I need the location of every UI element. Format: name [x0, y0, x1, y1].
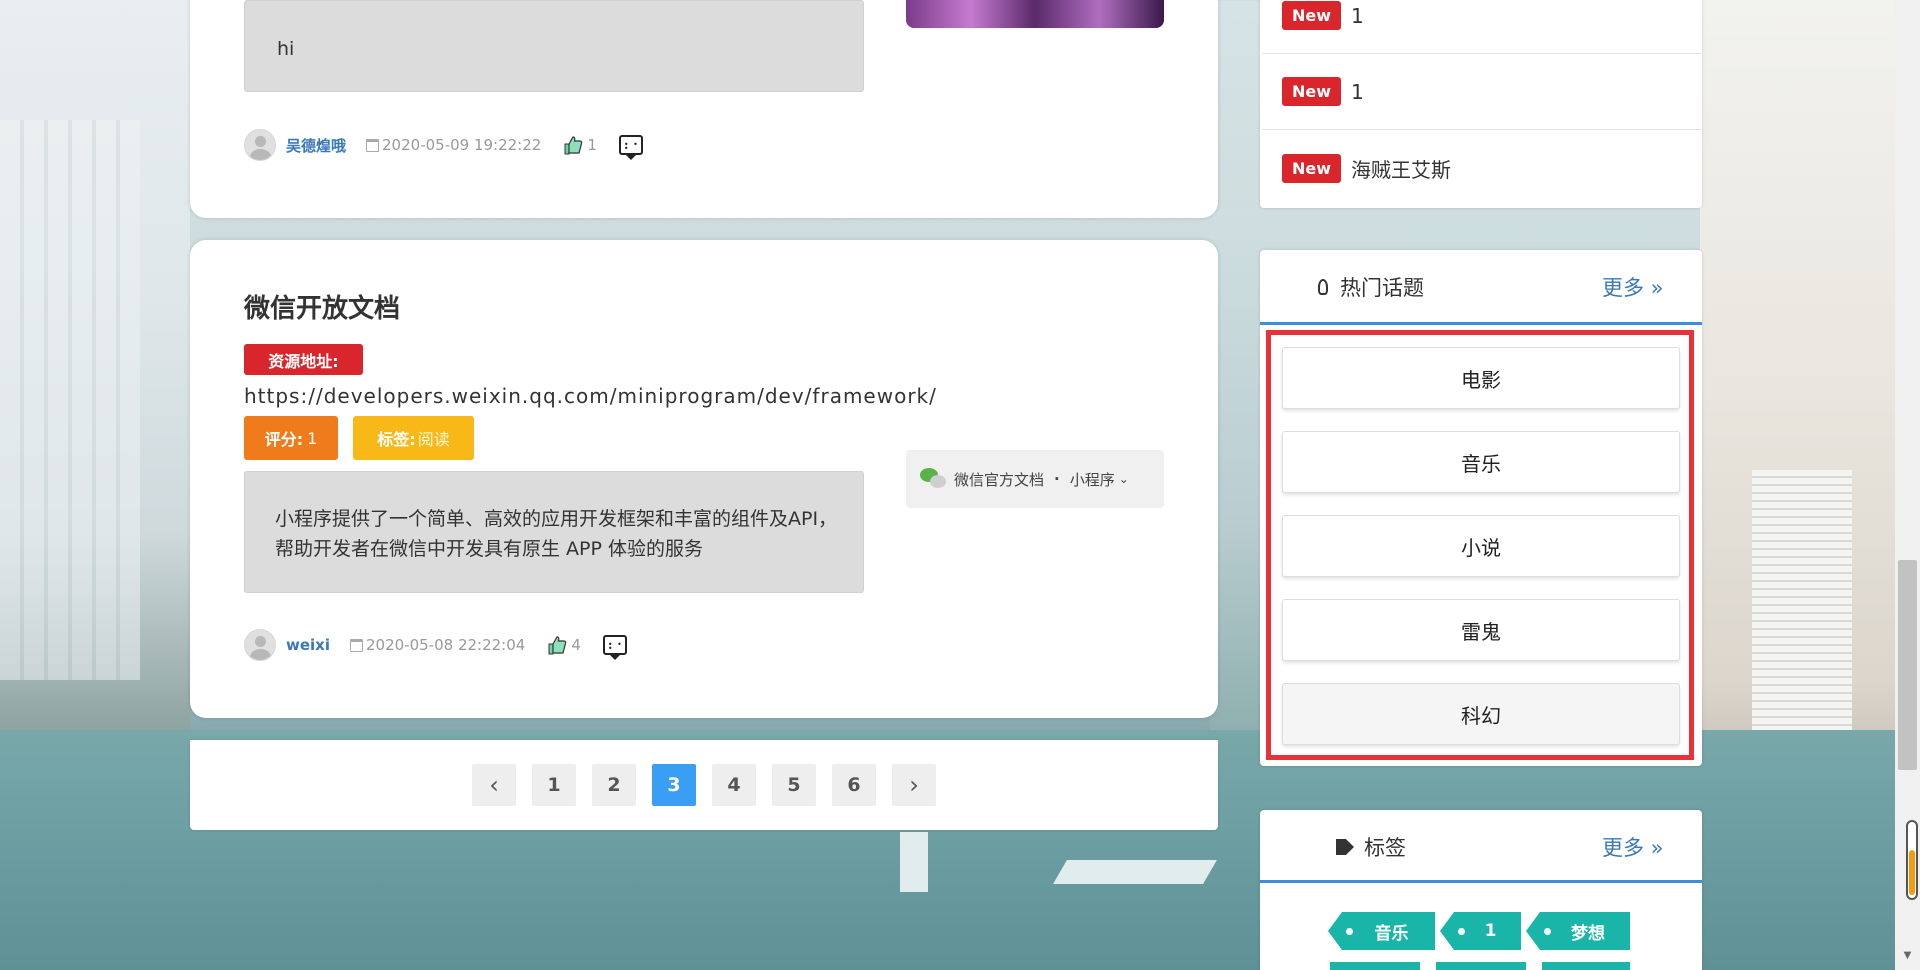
- chevron-down-icon: ⌄: [1118, 472, 1129, 486]
- topic-button-novel[interactable]: 小说: [1282, 515, 1680, 577]
- pagination-next-button[interactable]: ›: [892, 764, 936, 806]
- tag-pill[interactable]: 梦想: [1526, 912, 1630, 950]
- score-badge: 评分: 1: [244, 416, 338, 460]
- panel-divider: [1260, 880, 1702, 883]
- author-link[interactable]: 吴德煌哦: [286, 135, 346, 156]
- tag-badge[interactable]: 标签: 阅读: [353, 416, 474, 460]
- latest-item-title: 海贼王艾斯: [1351, 157, 1452, 182]
- panel-divider: [1260, 322, 1702, 325]
- hot-topics-title: 热门话题: [1340, 276, 1424, 300]
- tags-icon: [1336, 839, 1354, 855]
- wechat-icon: [920, 468, 948, 490]
- pagination-page-1[interactable]: 1: [532, 764, 576, 806]
- background-left-building: [0, 120, 140, 680]
- tags-title: 标签: [1364, 836, 1406, 860]
- pagination-page-2[interactable]: 2: [592, 764, 636, 806]
- lightbulb-icon: [1318, 279, 1328, 295]
- new-badge: New: [1282, 153, 1342, 183]
- author-avatar[interactable]: [244, 129, 276, 161]
- pagination-page-5[interactable]: 5: [772, 764, 816, 806]
- post-date: 2020-05-08 22:22:04: [366, 636, 526, 654]
- road-marking: [1053, 860, 1217, 884]
- resource-url-link[interactable]: https://developers.weixin.qq.com/minipro…: [244, 384, 937, 408]
- topic-button-scifi[interactable]: 科幻: [1282, 683, 1680, 745]
- road-marking: [900, 832, 928, 892]
- pagination-page-6[interactable]: 6: [832, 764, 876, 806]
- new-badge: New: [1282, 77, 1342, 106]
- thumbs-up-icon[interactable]: [547, 635, 567, 655]
- tag-pill[interactable]: 音乐: [1328, 912, 1435, 950]
- post-content: hi: [277, 38, 295, 60]
- tags-more-link[interactable]: 更多 »: [1602, 832, 1664, 862]
- latest-item[interactable]: New 1: [1262, 54, 1701, 130]
- post-meta: weixi 2020-05-08 22:22:04 4 • • •: [244, 629, 627, 661]
- background-shutter: [1752, 470, 1852, 770]
- tags-header: 标签: [1336, 832, 1406, 862]
- link-preview-card[interactable]: 微信官方文档 · 小程序 ⌄: [906, 450, 1164, 508]
- resource-address-badge: 资源地址:: [244, 344, 363, 375]
- latest-item-title: 1: [1351, 79, 1364, 104]
- post-title[interactable]: 微信开放文档: [244, 288, 400, 325]
- tag-pill[interactable]: 1: [1440, 912, 1521, 950]
- hot-topics-more-link[interactable]: 更多 »: [1602, 272, 1664, 302]
- post-content-box: 小程序提供了一个简单、高效的应用开发框架和丰富的组件及API，帮助开发者在微信中…: [244, 471, 864, 593]
- pagination-page-3-current[interactable]: 3: [652, 764, 696, 806]
- latest-item[interactable]: New 1: [1262, 0, 1701, 54]
- topic-button-reggae[interactable]: 雷鬼: [1282, 599, 1680, 661]
- pagination-prev-button[interactable]: ‹: [472, 764, 516, 806]
- thumbs-up-icon[interactable]: [563, 135, 583, 155]
- scroll-down-arrow-icon[interactable]: ▼: [1900, 950, 1915, 965]
- new-badge: New: [1282, 1, 1342, 30]
- author-avatar[interactable]: [244, 629, 276, 661]
- topic-button-music[interactable]: 音乐: [1282, 431, 1680, 493]
- scroll-widget-fill: [1909, 850, 1915, 895]
- tag-pill-row-partial: [1330, 962, 1630, 970]
- post-thumbnail-image[interactable]: [906, 0, 1164, 28]
- calendar-icon: [350, 638, 363, 652]
- pagination-bar: [190, 740, 1218, 830]
- hot-topics-header: 热门话题: [1318, 272, 1424, 302]
- scrollbar-thumb[interactable]: [1898, 560, 1917, 770]
- like-count: 4: [571, 636, 581, 654]
- latest-item[interactable]: New 海贼王艾斯: [1262, 130, 1701, 206]
- pagination-page-4[interactable]: 4: [712, 764, 756, 806]
- post-content-box: hi: [244, 0, 864, 92]
- like-count: 1: [587, 136, 597, 154]
- post-meta: 吴德煌哦 2020-05-09 19:22:22 1 • • •: [244, 129, 643, 161]
- latest-item-title: 1: [1351, 3, 1364, 28]
- topic-button-movie[interactable]: 电影: [1282, 347, 1680, 409]
- post-date: 2020-05-09 19:22:22: [382, 136, 542, 154]
- comment-icon[interactable]: • • •: [618, 135, 643, 160]
- post-content: 小程序提供了一个简单、高效的应用开发框架和丰富的组件及API，帮助开发者在微信中…: [275, 508, 838, 560]
- comment-icon[interactable]: • • •: [602, 635, 627, 660]
- author-link[interactable]: weixi: [286, 636, 330, 654]
- calendar-icon: [366, 138, 380, 152]
